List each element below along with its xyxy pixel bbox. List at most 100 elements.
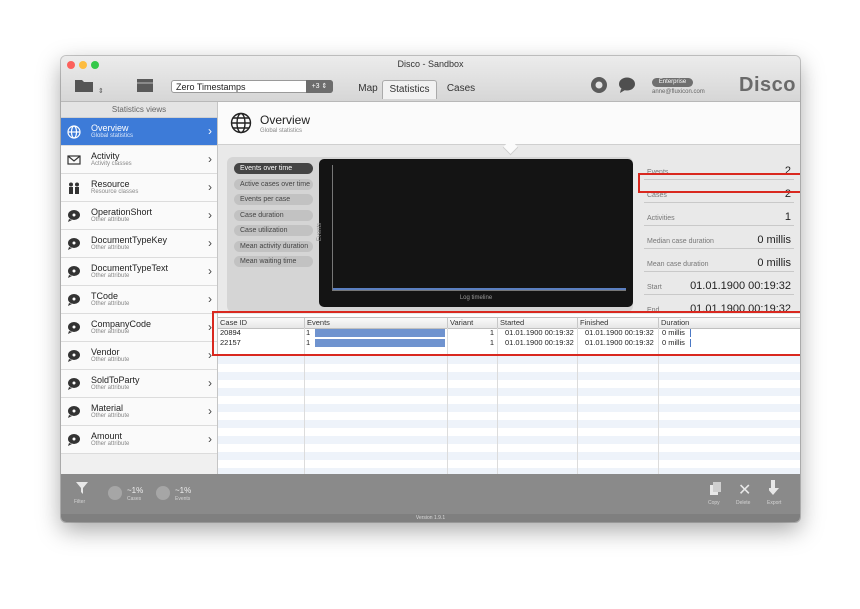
events-percent: ~1% (175, 486, 192, 495)
dataset-select[interactable]: Zero Timestamps +3 ⇕ (171, 80, 333, 93)
delete-x-icon[interactable]: ✕ (738, 480, 751, 500)
cases-highlight-box (638, 173, 800, 193)
chevron-right-icon: › (208, 236, 212, 250)
speech-bubble-icon (67, 209, 81, 223)
chevron-right-icon: › (208, 180, 212, 194)
sidebar-item-resource[interactable]: Resource Resource classes › (61, 174, 217, 202)
archive-box-icon[interactable] (136, 77, 154, 96)
updown-chevron-icon[interactable]: ⇕ (98, 87, 104, 95)
people-icon (67, 181, 81, 195)
sidebar-item-title: SoldToParty (91, 375, 140, 385)
sidebar-item-subtitle: Other attribute (91, 217, 130, 223)
sidebar-item-amount[interactable]: Amount Other attribute › (61, 426, 217, 454)
sidebar-item-title: Vendor (91, 347, 120, 357)
sidebar-item-title: Overview (91, 123, 129, 133)
sidebar-item-title: Material (91, 403, 124, 413)
chevron-right-icon: › (208, 376, 212, 390)
dataset-select-button[interactable]: +3 ⇕ (306, 80, 333, 93)
chevron-right-icon: › (208, 208, 212, 222)
sidebar-item-subtitle: Resource classes (91, 189, 139, 195)
sidebar-item-documenttypekey[interactable]: DocumentTypeKey Other attribute › (61, 230, 217, 258)
view-button-active-cases-over-time[interactable]: Active cases over time (234, 178, 313, 190)
sidebar-item-subtitle: Other attribute (91, 385, 130, 391)
sidebar-item-title: Activity (91, 151, 120, 161)
help-lifebuoy-icon[interactable] (590, 76, 608, 97)
sidebar-item-overview[interactable]: Overview Global statistics › (61, 118, 217, 146)
speech-bubble-icon (67, 265, 81, 279)
delete-label[interactable]: Delete (736, 500, 750, 506)
stat-median-case-duration: Median case duration 0 millis (644, 226, 794, 249)
empty-row-stripe (218, 372, 800, 380)
export-arrow-icon[interactable] (767, 480, 781, 499)
cases-percent: ~1% (127, 486, 144, 495)
speech-bubble-icon (67, 377, 81, 391)
view-button-events-per-case[interactable]: Events per case (234, 194, 313, 205)
copy-icon[interactable] (710, 482, 722, 499)
chevron-right-icon: › (208, 404, 212, 418)
chevron-right-icon: › (208, 292, 212, 306)
chat-bubble-icon[interactable] (618, 77, 636, 96)
empty-row-stripe (218, 420, 800, 428)
speech-bubble-icon (67, 293, 81, 307)
globe-icon (67, 125, 81, 139)
chevron-right-icon: › (208, 124, 212, 138)
sidebar-item-subtitle: Other attribute (91, 413, 130, 419)
cases-gauge-icon (108, 486, 122, 500)
tab-statistics[interactable]: Statistics (382, 80, 437, 99)
stat-label: Cases (647, 192, 667, 199)
x-axis-line (332, 290, 626, 291)
stat-activities: Activities 1 (644, 203, 794, 226)
view-button-mean-waiting-time[interactable]: Mean waiting time (234, 256, 313, 267)
sidebar-item-tcode[interactable]: TCode Other attribute › (61, 286, 217, 314)
sidebar-item-title: DocumentTypeText (91, 263, 169, 273)
speech-bubble-icon (67, 433, 81, 447)
stat-value: 0 millis (757, 234, 791, 246)
sidebar-item-operationshort[interactable]: OperationShort Other attribute › (61, 202, 217, 230)
view-button-case-duration[interactable]: Case duration (234, 209, 313, 221)
speech-bubble-icon (67, 321, 81, 335)
user-email: anne@fluxicon.com (652, 89, 705, 95)
dataset-select-value: Zero Timestamps (176, 82, 246, 92)
chevron-right-icon: › (208, 152, 212, 166)
sidebar-item-material[interactable]: Material Other attribute › (61, 398, 217, 426)
sidebar-item-activity[interactable]: Activity Activity classes › (61, 146, 217, 174)
view-button-mean-activity-duration[interactable]: Mean activity duration (234, 240, 313, 252)
stat-label: Mean case duration (647, 261, 709, 268)
app-window: Disco - Sandbox ⇕ Zero Timestamps +3 ⇕ M… (61, 56, 800, 522)
globe-icon (230, 112, 252, 137)
window-title: Disco - Sandbox (397, 59, 464, 69)
overview-header: Overview Global statistics (218, 102, 800, 145)
y-axis-line (332, 165, 333, 291)
sidebar-item-subtitle: Activity classes (91, 161, 132, 167)
filter-funnel-icon[interactable] (76, 482, 88, 497)
envelope-icon (67, 153, 81, 167)
statistics-sidebar: Statistics views Overview Global statisti… (61, 102, 218, 474)
sidebar-item-vendor[interactable]: Vendor Other attribute › (61, 342, 217, 370)
view-button-events-over-time[interactable]: Events over time (234, 163, 313, 174)
license-badge: Enterprise (652, 78, 693, 87)
folder-icon[interactable] (74, 77, 94, 96)
stat-mean-case-duration: Mean case duration 0 millis (644, 249, 794, 272)
sidebar-item-title: TCode (91, 291, 119, 301)
sidebar-item-title: DocumentTypeKey (91, 235, 168, 245)
tab-cases[interactable]: Cases (439, 80, 483, 98)
cases-gauge-label: Cases (127, 496, 142, 502)
copy-label[interactable]: Copy (708, 500, 720, 506)
sidebar-item-title: OperationShort (91, 207, 153, 217)
sidebar-item-soldtoparty[interactable]: SoldToParty Other attribute › (61, 370, 217, 398)
stat-start: Start 01.01.1900 00:19:32 (644, 272, 794, 295)
view-button-case-utilization[interactable]: Case utilization (234, 225, 313, 236)
stat-label: Activities (647, 215, 675, 222)
main-panel: Overview Global statistics Events over t… (212, 102, 800, 476)
sidebar-item-title: CompanyCode (91, 319, 152, 329)
series-line (333, 288, 626, 290)
filter-label[interactable]: Filter (74, 499, 85, 505)
sidebar-item-documenttypetext[interactable]: DocumentTypeText Other attribute › (61, 258, 217, 286)
speech-bubble-icon (67, 349, 81, 363)
version-bar: Version 1.9.1 (61, 514, 800, 522)
events-over-time-plot[interactable]: Events Log timeline (317, 159, 633, 307)
sidebar-item-companycode[interactable]: CompanyCode Other attribute › (61, 314, 217, 342)
brand-logo: Disco (739, 74, 796, 96)
export-label[interactable]: Export (767, 500, 781, 506)
speech-bubble-icon (67, 405, 81, 419)
